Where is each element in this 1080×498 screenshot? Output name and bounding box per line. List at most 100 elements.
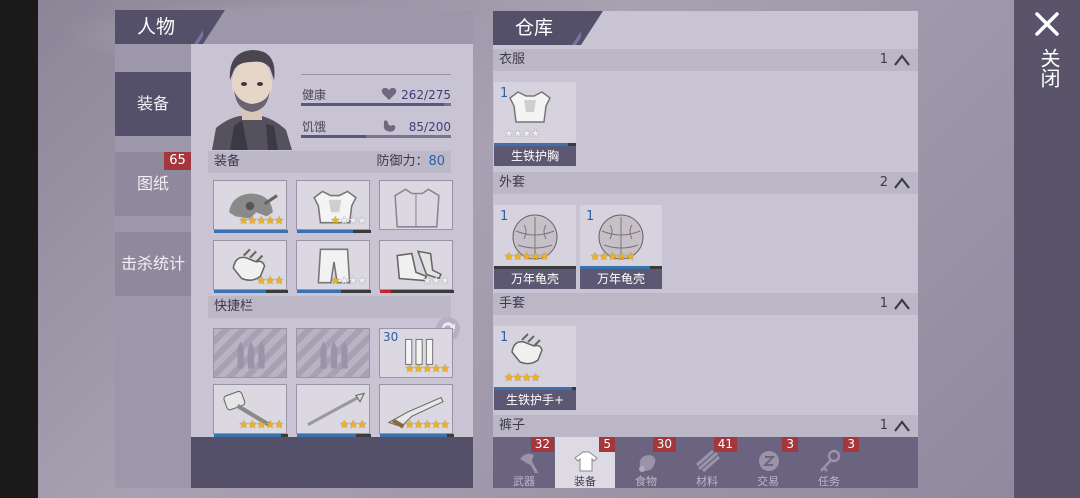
close-label[interactable]: 关闭 (1034, 48, 1061, 88)
category-header[interactable]: 手套 1 (493, 293, 918, 315)
category-tab-label: 武器 (513, 475, 535, 488)
durability-bar (214, 290, 288, 293)
item-name: 生铁护胸 (494, 146, 576, 166)
quickbar-slot[interactable] (296, 328, 370, 378)
equipment-slot[interactable]: ★★★★ (296, 180, 371, 233)
quickbar-slot[interactable]: ★★★★★ (379, 384, 454, 437)
wood-icon (696, 449, 720, 473)
category-tab[interactable]: 装备 5 (555, 437, 615, 488)
tab-blueprints-label: 图纸 (136, 174, 169, 193)
ammo-empty-icon (320, 341, 348, 369)
quickbar-slot[interactable]: 30 ★★★★★ (379, 328, 453, 378)
category-tab[interactable]: 材料 41 (677, 437, 737, 488)
warehouse-title: 仓库 (515, 17, 554, 39)
stat-divider (301, 74, 451, 75)
star-rating: ★★★ (339, 418, 367, 431)
meat-icon (639, 455, 656, 472)
category-tab[interactable]: 食物 30 (616, 437, 676, 488)
category-tab-badge: 41 (713, 437, 737, 452)
equipment-slot[interactable]: ★★★ (379, 240, 454, 293)
character-footer (191, 437, 473, 488)
durability-bar (380, 434, 454, 437)
star-rating: ★★★ (256, 274, 284, 287)
category-header[interactable]: 裤子 1 (493, 415, 918, 437)
quickbar-slot[interactable]: ★★★ (296, 384, 371, 437)
category-tab-badge: 32 (530, 437, 554, 452)
category-tab-badge: 30 (652, 437, 676, 452)
category-tab-label: 装备 (574, 475, 596, 488)
defense-value: 80 (428, 154, 445, 169)
quickbar-slot[interactable]: ★★★★★ (213, 384, 288, 437)
close-icon[interactable] (1031, 8, 1063, 40)
inventory-item[interactable]: 1 ★★★★★ 万年龟壳 (494, 205, 576, 289)
heart-icon (381, 86, 397, 100)
category-tab-label: 材料 (696, 475, 718, 488)
star-rating: ★★★★★ (590, 250, 635, 263)
inventory-item[interactable]: 1 ★★★★ 生铁护手+ (494, 326, 576, 410)
tab-equipment-label: 装备 (136, 94, 169, 113)
item-count: 30 (383, 330, 399, 344)
category-tab[interactable]: 交易 3 (738, 437, 798, 488)
chevron-up-icon (894, 298, 910, 310)
star-rating: ★★★ (422, 274, 450, 287)
quickbar-label: 快捷栏 (214, 299, 254, 314)
health-bar (301, 103, 451, 106)
category-label: 外套 (499, 175, 526, 190)
category-tab-label: 交易 (757, 475, 779, 488)
equipment-label: 装备 (214, 154, 241, 169)
blueprints-badge: 65 (164, 152, 191, 170)
ammo-empty-icon (237, 341, 265, 369)
health-label: 健康 (302, 88, 327, 102)
star-rating: ★★★★ (330, 274, 367, 287)
axe-icon (520, 453, 538, 473)
category-tab-label: 食物 (635, 475, 657, 488)
tab-equipment[interactable]: 装备 (115, 72, 191, 136)
star-rating: ★★★★★ (238, 418, 284, 431)
category-header[interactable]: 衣服 1 (493, 49, 918, 71)
tab-kill-stats[interactable]: 击杀统计 (115, 232, 191, 296)
warehouse-header: 仓库 (493, 11, 603, 45)
category-count: 1 (879, 296, 888, 311)
equipment-slot[interactable]: ★★★ (213, 240, 288, 293)
quickbar-slot[interactable] (213, 328, 287, 378)
character-title: 人物 (137, 16, 176, 38)
character-header: 人物 (115, 10, 225, 44)
inventory-item[interactable]: 1 ★★★★★ 万年龟壳 (580, 205, 662, 289)
durability-bar (214, 230, 288, 233)
star-rating: ★★★★★ (238, 214, 284, 227)
coat-outline-icon (394, 188, 440, 228)
category-label: 衣服 (499, 52, 526, 67)
shirt-icon (574, 451, 598, 472)
category-count: 1 (879, 418, 888, 433)
equipment-slot[interactable]: ★★★★★ (213, 180, 288, 233)
item-name: 万年龟壳 (494, 269, 576, 289)
health-value: 262/275 (401, 88, 451, 102)
durability-bar (297, 230, 371, 233)
category-tab[interactable]: 武器 32 (494, 437, 554, 488)
equipment-section: 装备 防御力：80 (208, 151, 451, 173)
durability-bar (297, 434, 371, 437)
tab-kill-stats-label: 击杀统计 (120, 254, 185, 273)
hunger-bar-fill (301, 135, 366, 138)
inventory-item[interactable]: 1 ★★★★ 生铁护胸 (494, 82, 576, 166)
chevron-up-icon (894, 420, 910, 432)
item-name: 万年龟壳 (580, 269, 662, 289)
coin-icon (759, 451, 779, 471)
category-tab-badge: 5 (599, 437, 615, 452)
star-rating: ★★★★ (504, 127, 540, 140)
category-tab[interactable]: 任务 3 (799, 437, 859, 488)
equipment-slot[interactable]: ★★★★ (296, 240, 371, 293)
character-portrait (212, 50, 292, 150)
chevron-up-icon (894, 177, 910, 189)
screen-edge (0, 0, 38, 498)
category-tab-label: 任务 (818, 475, 840, 488)
category-tab-badge: 3 (782, 437, 798, 452)
category-label: 手套 (499, 296, 526, 311)
hunger-value: 85/200 (408, 120, 451, 134)
category-header[interactable]: 外套 2 (493, 172, 918, 194)
hunger-bar (301, 135, 451, 138)
category-label: 裤子 (499, 418, 526, 433)
equipment-slot[interactable] (379, 180, 453, 230)
star-rating: ★★★★ (504, 371, 540, 384)
durability-bar (214, 434, 288, 437)
